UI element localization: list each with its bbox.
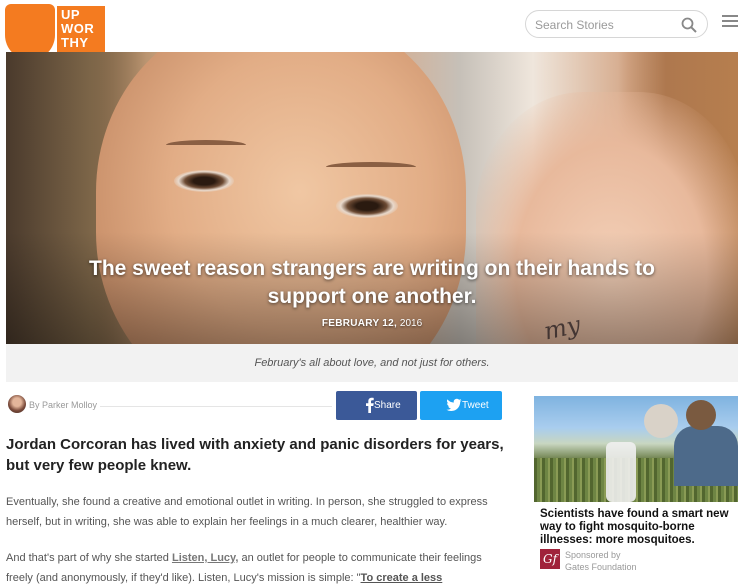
search-icon[interactable] [681, 17, 697, 33]
hero-photo-brow [166, 140, 246, 150]
twitter-share-label: Tweet [462, 400, 489, 411]
sponsored-photo-person [686, 400, 716, 430]
author-link[interactable]: Parker Molloy [42, 400, 97, 410]
article-paragraph: And that's part of why she started Liste… [6, 548, 506, 587]
logo-wordmark: UP WOR THY [61, 8, 94, 50]
site-header: UP WOR THY [0, 0, 750, 62]
mission-quote-link[interactable]: To create a less [361, 572, 443, 584]
logo-line: THY [61, 35, 89, 50]
sponsored-image[interactable] [534, 396, 738, 502]
search-box[interactable] [525, 10, 708, 38]
sponsored-photo-person-body [674, 426, 738, 486]
facebook-share-button[interactable]: Share [336, 391, 417, 420]
listen-lucy-link[interactable]: Listen, Lucy, [172, 552, 238, 564]
sponsored-by: Sponsored by Gates Foundation [565, 549, 637, 573]
author-avatar[interactable] [8, 395, 26, 413]
hero-image: my The sweet reason strangers are writin… [6, 52, 738, 344]
sponsored-label: Sponsored by [565, 550, 621, 560]
gates-foundation-logo: Gf [540, 549, 560, 569]
caption-text: February's all about love, and not just … [254, 357, 490, 369]
byline-divider [100, 406, 332, 407]
byline-prefix: By [29, 400, 40, 410]
paragraph-text: And that's part of why she started [6, 552, 172, 564]
logo-line: WOR [61, 21, 95, 36]
sponsored-photo-bag [606, 442, 636, 502]
facebook-share-label: Share [374, 400, 401, 411]
sponsored-photo-person [644, 404, 678, 438]
article-paragraph: Eventually, she found a creative and emo… [6, 496, 488, 528]
sponsored-headline[interactable]: Scientists have found a smart new way to… [540, 508, 736, 547]
twitter-icon [446, 398, 462, 412]
search-input[interactable] [535, 16, 675, 34]
hero-photo-eye [174, 170, 234, 192]
byline: By Parker Molloy [29, 400, 97, 410]
publish-date-year: 2016 [399, 318, 423, 329]
article-lede: Jordan Corcoran has lived with anxiety a… [6, 436, 504, 474]
publish-date-day: FEBRUARY 12, [321, 318, 398, 329]
sponsor-name: Gates Foundation [565, 562, 637, 572]
hero-photo-brow [326, 162, 416, 172]
image-caption: February's all about love, and not just … [6, 344, 738, 382]
publish-date: FEBRUARY 12, 2016 [6, 318, 738, 329]
logo-line: UP [61, 7, 81, 22]
menu-icon[interactable] [722, 15, 738, 29]
article-title: The sweet reason strangers are writing o… [89, 257, 655, 308]
hero-photo-eye [336, 194, 398, 218]
twitter-share-button[interactable]: Tweet [420, 391, 502, 420]
